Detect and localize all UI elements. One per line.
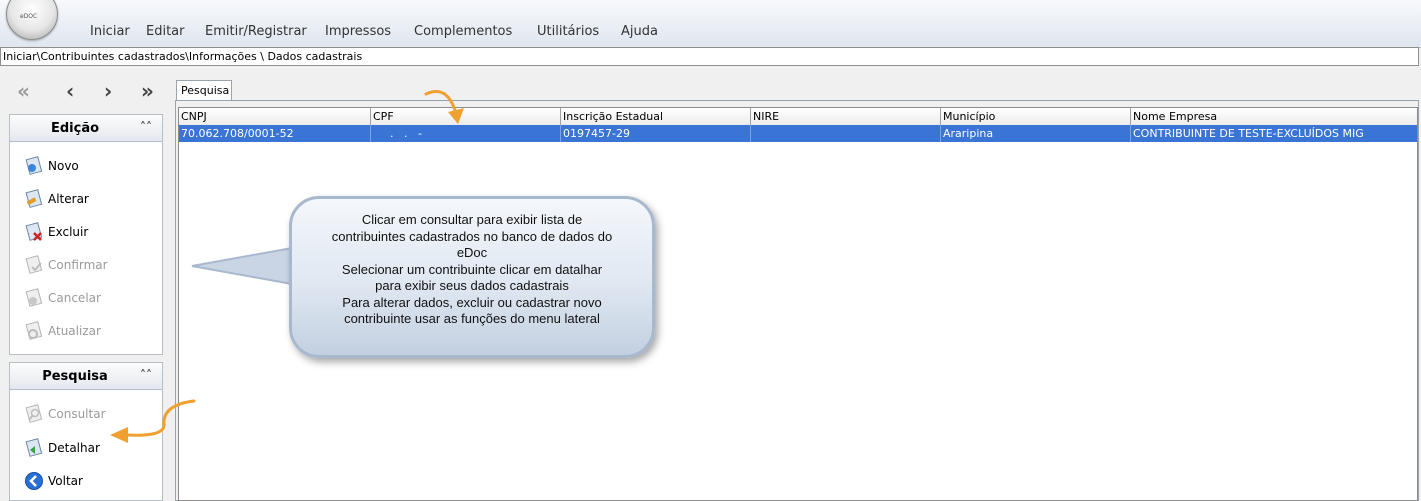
edicao-panel: Novo Alterar Excluir Confirmar Cancelar … [9, 142, 163, 355]
cancel-document-icon [24, 288, 44, 308]
callout-line: Selecionar um contribuinte clicar em dat… [341, 261, 603, 277]
annotation-arrow-icon [424, 90, 464, 124]
excluir-button[interactable]: Excluir [24, 221, 88, 243]
new-document-icon [24, 156, 44, 176]
confirmar-button[interactable]: Confirmar [24, 254, 108, 276]
callout-line: Para alterar dados, excluir ou cadastrar… [342, 294, 602, 310]
annotation-callout: Clicar em consultar para exibir lista de… [289, 196, 655, 358]
callout-pointer [191, 246, 293, 286]
refresh-document-icon [24, 321, 44, 341]
menu-utilitarios[interactable]: Utilitários [537, 24, 599, 39]
cancelar-label: Cancelar [48, 291, 101, 305]
column-header-municipio[interactable]: Município [941, 108, 1131, 125]
double-chevron-up-icon[interactable]: ˄˄ [140, 368, 152, 382]
detalhar-button[interactable]: Detalhar [24, 437, 100, 459]
column-header-inscricao-estadual[interactable]: Inscrição Estadual [561, 108, 751, 125]
pesquisa-panel-header[interactable]: Pesquisa ˄˄ [9, 362, 163, 390]
callout-line: contribuinte usar as funções do menu lat… [344, 311, 600, 326]
back-arrow-icon [24, 471, 44, 491]
detalhar-label: Detalhar [48, 441, 100, 455]
table-row[interactable]: 70.062.708/0001-52 . . - 0197457-29 Arar… [179, 125, 1417, 142]
menu-ajuda[interactable]: Ajuda [621, 24, 658, 39]
tab-pesquisa[interactable]: Pesquisa [176, 80, 232, 101]
breadcrumb: Iniciar\Contribuintes cadastrados\Inform… [0, 47, 1419, 66]
cell-cnpj: 70.062.708/0001-52 [179, 125, 371, 142]
column-header-nome-empresa[interactable]: Nome Empresa [1131, 108, 1417, 125]
menu-editar[interactable]: Editar [146, 24, 185, 39]
cell-nire [751, 125, 941, 142]
menu-complementos[interactable]: Complementos [414, 24, 512, 39]
menu-emitir-registrar[interactable]: Emitir/Registrar [205, 24, 307, 39]
annotation-arrow-icon [110, 399, 196, 443]
first-record-icon[interactable]: « [17, 81, 30, 101]
menu-impressos[interactable]: Impressos [325, 24, 391, 39]
column-header-nire[interactable]: NIRE [751, 108, 941, 125]
atualizar-label: Atualizar [48, 324, 101, 338]
alterar-button[interactable]: Alterar [24, 188, 89, 210]
menu-bar: eDOC Iniciar Editar Emitir/Registrar Imp… [0, 0, 1421, 48]
cell-municipio: Araripina [941, 125, 1131, 142]
alterar-label: Alterar [48, 192, 89, 206]
atualizar-button[interactable]: Atualizar [24, 320, 101, 342]
excluir-label: Excluir [48, 225, 89, 239]
cell-inscricao-estadual: 0197457-29 [561, 125, 751, 142]
edit-document-icon [24, 189, 44, 209]
cell-nome-empresa: CONTRIBUINTE DE TESTE-EXCLUÍDOS MIG [1133, 127, 1364, 140]
table-header-row: CNPJ CPF Inscrição Estadual NIRE Municíp… [179, 108, 1417, 126]
application-orb-button[interactable]: eDOC [6, 0, 58, 40]
voltar-label: Voltar [48, 474, 83, 488]
last-record-icon[interactable]: » [141, 81, 154, 101]
novo-button[interactable]: Novo [24, 155, 79, 177]
pesquisa-panel-title: Pesquisa [42, 369, 108, 384]
callout-line: Clicar em consultar para exibir lista de [361, 212, 583, 227]
novo-label: Novo [48, 159, 79, 173]
callout-line: para exibir seus dados cadastrais [375, 278, 569, 293]
column-header-cnpj[interactable]: CNPJ [179, 108, 371, 125]
delete-document-icon [24, 222, 44, 242]
callout-line: eDoc [456, 245, 488, 260]
edicao-panel-title: Edição [50, 121, 100, 136]
voltar-button[interactable]: Voltar [24, 470, 83, 492]
details-document-icon [24, 438, 44, 458]
previous-record-icon[interactable]: ‹ [66, 81, 74, 101]
menu-iniciar[interactable]: Iniciar [90, 24, 130, 39]
confirmar-label: Confirmar [48, 258, 108, 272]
callout-text: Clicar em consultar para exibir lista de… [292, 212, 652, 328]
callout-line: contribuintes cadastrados no banco de da… [331, 228, 613, 244]
app-logo-text: eDOC [20, 13, 38, 20]
search-document-icon [24, 404, 44, 424]
edicao-panel-header[interactable]: Edição ˄˄ [9, 114, 163, 142]
consultar-button[interactable]: Consultar [24, 403, 106, 425]
next-record-icon[interactable]: › [104, 81, 112, 101]
cancelar-button[interactable]: Cancelar [24, 287, 101, 309]
breadcrumb-text: Iniciar\Contribuintes cadastrados\Inform… [3, 50, 363, 63]
consultar-label: Consultar [48, 407, 106, 421]
double-chevron-up-icon[interactable]: ˄˄ [140, 120, 152, 134]
confirm-document-icon [24, 255, 44, 275]
